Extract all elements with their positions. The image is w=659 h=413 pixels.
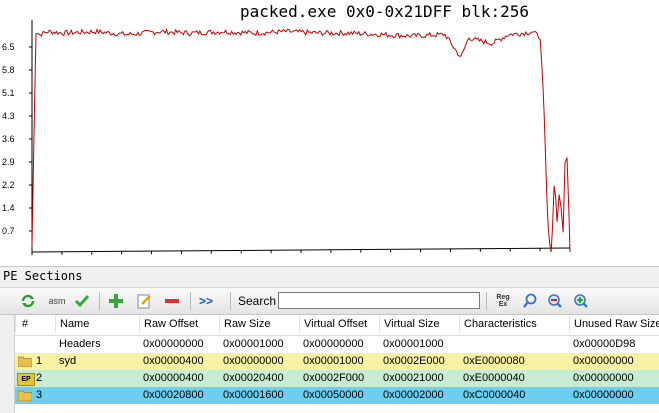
cell-characteristics: 0xE0000040	[463, 372, 525, 384]
column-header[interactable]: Characteristics	[459, 315, 572, 332]
cell-virtual-offset: 0x00000000	[303, 338, 364, 350]
y-tick-label: 0.7	[2, 226, 15, 236]
cell-characteristics	[459, 336, 571, 353]
entropy-series-line	[31, 28, 571, 253]
y-tick-label: 2.2	[2, 180, 15, 190]
pe-sections-panel: PE Sections asm >> Search Reg Ex # Name …	[0, 266, 659, 413]
y-tick-label: 1.4	[2, 203, 15, 213]
cell-name: syd	[59, 355, 77, 367]
column-header[interactable]: Name	[55, 315, 142, 332]
find-icon[interactable]	[520, 291, 540, 311]
find-next-icon[interactable]	[571, 291, 591, 311]
cell-name	[55, 387, 141, 404]
folder-icon	[18, 356, 32, 367]
toolbar-separator	[99, 292, 100, 310]
cell-raw-offset: 0x00020800	[143, 389, 204, 401]
toolbar: asm >> Search Reg Ex	[0, 287, 659, 315]
table-row[interactable]: 3 0x00020800 0x00001600 0x00050000 0x0000200…	[15, 387, 659, 404]
folder-icon	[18, 390, 32, 401]
column-header[interactable]: Virtual Offset	[299, 315, 382, 332]
edit-icon[interactable]	[134, 291, 154, 311]
search-label: Search	[238, 294, 277, 308]
cell-virtual-size: 0x00001000	[383, 338, 444, 350]
cell-virtual-offset: 0x00001000	[303, 355, 364, 367]
y-tick-label: 6.5	[2, 42, 15, 52]
table-row[interactable]: EP 2 0x00000400 0x00020400 0x0002F000 0x00021…	[15, 370, 659, 387]
y-tick-label: 5.8	[2, 65, 15, 75]
column-header[interactable]: #	[15, 315, 60, 332]
cell-raw-offset: 0x00000000	[143, 338, 204, 350]
cell-virtual-offset: 0x00050000	[303, 389, 364, 401]
row-number-cell: 3	[15, 387, 53, 404]
cell-characteristics: 0xC0000040	[463, 389, 526, 401]
cell-characteristics: 0xE0000080	[463, 355, 525, 367]
column-header[interactable]: Unused Raw Size	[569, 315, 659, 332]
table-row[interactable]: 1 syd 0x00000400 0x00000000 0x00001000 0x0002…	[15, 353, 659, 370]
column-header[interactable]: Raw Offset	[139, 315, 222, 332]
entropy-chart-plot: 6.5 5.8 5.1 4.3 3.6 2.9 2.2 1.4 0.7	[2, 20, 571, 255]
search-input[interactable]	[278, 292, 480, 309]
column-header[interactable]: Raw Size	[219, 315, 302, 332]
add-icon[interactable]	[106, 291, 126, 311]
y-tick-label: 5.1	[2, 88, 15, 98]
regex-icon[interactable]: Reg Ex	[492, 291, 514, 311]
cell-unused-raw-size: 0x00000000	[573, 389, 634, 401]
cell-virtual-size: 0x00002000	[383, 389, 444, 401]
row-number-cell: 1	[15, 353, 53, 370]
cell-raw-size: 0x00001600	[223, 389, 284, 401]
y-tick-label: 2.9	[2, 157, 15, 167]
cell-raw-size: 0x00020400	[223, 372, 284, 384]
entry-point-icon: EP	[17, 373, 35, 386]
chart-title: packed.exe 0x0-0x21DFF blk:256	[240, 2, 529, 21]
toolbar-separator	[190, 292, 191, 310]
cell-unused-raw-size: 0x00000000	[573, 355, 634, 367]
cell-raw-offset: 0x00000400	[143, 372, 204, 384]
toolbar-separator	[486, 292, 487, 310]
y-tick-label: 3.6	[2, 134, 15, 144]
check-icon[interactable]	[72, 291, 92, 311]
cell-raw-offset: 0x00000400	[143, 355, 204, 367]
cell-unused-raw-size: 0x00000D98	[573, 338, 636, 350]
y-tick-label: 4.3	[2, 111, 15, 121]
cell-raw-size: 0x00001000	[223, 338, 284, 350]
toolbar-separator	[230, 292, 231, 310]
remove-icon[interactable]	[162, 291, 182, 311]
row-number: 3	[36, 389, 43, 401]
row-number: 1	[36, 355, 43, 367]
sections-table: # Name Raw Offset Raw Size Virtual Offse…	[14, 315, 659, 413]
entropy-chart: 6.5 5.8 5.1 4.3 3.6 2.9 2.2 1.4 0.7 packed.exe 0…	[0, 0, 659, 266]
cell-virtual-size: 0x00021000	[383, 372, 444, 384]
cell-name	[55, 370, 141, 387]
asm-icon[interactable]: asm	[46, 291, 68, 311]
column-header[interactable]: Virtual Size	[379, 315, 462, 332]
cell-name: Headers	[59, 338, 101, 350]
forward-icon[interactable]: >>	[196, 291, 216, 311]
find-previous-icon[interactable]	[545, 291, 565, 311]
cell-raw-size: 0x00000000	[223, 355, 284, 367]
table-row[interactable]: Headers 0x00000000 0x00001000 0x00000000 0x0…	[15, 336, 659, 353]
cell-virtual-offset: 0x0002F000	[303, 372, 365, 384]
table-header: # Name Raw Offset Raw Size Virtual Offse…	[15, 315, 659, 336]
row-number-cell	[15, 336, 53, 353]
cell-virtual-size: 0x0002E000	[383, 355, 445, 367]
cell-unused-raw-size: 0x00000000	[573, 372, 634, 384]
row-number-cell: EP 2	[15, 370, 53, 387]
panel-title: PE Sections	[3, 269, 83, 283]
refresh-icon[interactable]	[18, 291, 38, 311]
row-number: 2	[36, 372, 43, 384]
